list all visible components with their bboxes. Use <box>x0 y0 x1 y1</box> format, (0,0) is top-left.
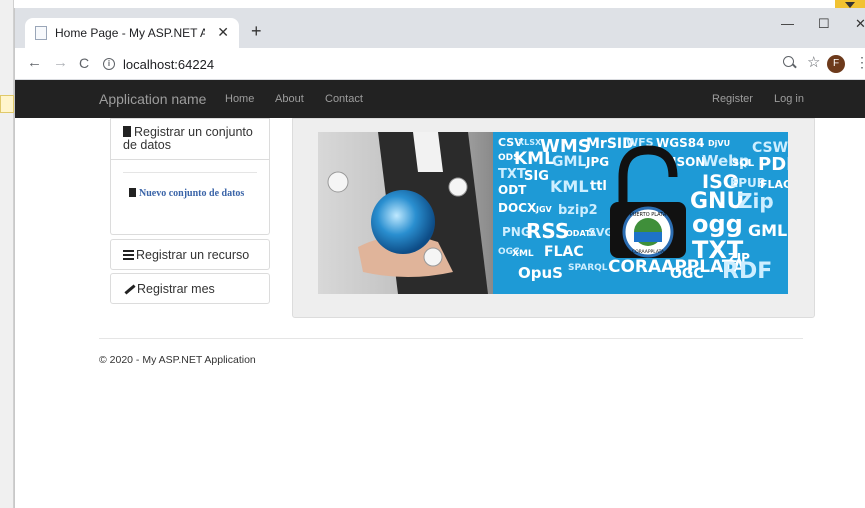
format-word: SVG <box>588 226 613 239</box>
format-word: XML <box>512 249 534 259</box>
format-word: RDF <box>722 259 772 284</box>
bookmark-star-icon[interactable]: ☆ <box>807 53 820 71</box>
site-info-icon[interactable]: i <box>103 58 115 70</box>
tab-strip: Home Page - My ASP.NET Applic ✕ + — ☐ ✕ <box>15 8 865 48</box>
minimize-icon[interactable]: — <box>781 16 794 31</box>
profile-avatar[interactable]: F <box>827 55 845 73</box>
format-word: PDF <box>758 154 788 175</box>
footer-copyright: © 2020 - My ASP.NET Application <box>99 354 256 366</box>
document-icon <box>129 188 136 197</box>
seal-bottom-text: CORAAPPLATA <box>632 249 665 255</box>
nuevo-conjunto-link[interactable]: Nuevo conjunto de datos <box>129 188 254 199</box>
desktop-tooltip-fragment <box>0 95 14 113</box>
brand-link[interactable]: Application name <box>99 91 206 107</box>
browser-window: Home Page - My ASP.NET Applic ✕ + — ☐ ✕ … <box>14 8 865 508</box>
reload-icon[interactable]: C <box>79 55 89 71</box>
address-bar: ← → C i localhost:64224 ☆ F ⋮ <box>15 48 865 80</box>
maximize-icon[interactable]: ☐ <box>818 16 830 32</box>
registrar-mes-label: Registrar mes <box>137 282 215 296</box>
document-icon <box>123 126 131 137</box>
format-word: OpuS <box>518 264 563 282</box>
close-window-icon[interactable]: ✕ <box>855 16 865 32</box>
tab-title: Home Page - My ASP.NET Applic <box>55 26 205 40</box>
format-word: ttl <box>590 179 607 194</box>
registrar-recurso-label: Registrar un recurso <box>136 248 250 262</box>
nav-contact[interactable]: Contact <box>325 93 363 105</box>
browser-tab[interactable]: Home Page - My ASP.NET Applic ✕ <box>25 18 239 48</box>
desktop-edge <box>0 0 14 508</box>
new-tab-icon[interactable]: + <box>251 22 262 40</box>
footer-divider <box>99 338 803 339</box>
panel-divider <box>123 172 257 173</box>
globe-icon <box>371 190 435 254</box>
nav-register[interactable]: Register <box>712 93 753 105</box>
registrar-mes-inner: Registrar mes <box>123 283 215 296</box>
pencil-icon <box>123 284 135 294</box>
nav-home[interactable]: Home <box>225 93 254 105</box>
format-word: GML <box>748 221 787 240</box>
format-word: FLAC <box>544 244 584 260</box>
close-tab-icon[interactable]: ✕ <box>217 24 229 41</box>
format-word: DjVU <box>708 139 730 148</box>
url-text[interactable]: localhost:64224 <box>123 57 214 72</box>
format-word: ogg <box>692 210 743 238</box>
format-word: SQL <box>732 158 755 169</box>
browser-menu-icon[interactable]: ⋮ <box>855 54 865 71</box>
registrar-conjunto-label: Registrar un conjunto de datos <box>123 125 253 152</box>
page-favicon-icon <box>35 26 47 40</box>
nav-about[interactable]: About <box>275 93 304 105</box>
format-word: KML <box>550 177 589 196</box>
format-word: Zip <box>738 189 774 213</box>
registrar-recurso-button[interactable]: Registrar un recurso <box>110 239 270 270</box>
nuevo-conjunto-label[interactable]: Nuevo conjunto de datos <box>139 188 244 199</box>
nav-login[interactable]: Log in <box>774 93 804 105</box>
format-word: ODT <box>498 183 527 197</box>
format-word: OGC <box>670 266 704 282</box>
list-icon <box>123 250 134 260</box>
registrar-mes-button[interactable]: Registrar mes <box>110 273 270 304</box>
format-word: bzip2 <box>558 203 598 218</box>
format-word: XLSX <box>518 138 542 147</box>
format-word: TXT <box>498 167 526 182</box>
format-word: KML <box>514 149 555 169</box>
site-navbar: Application name Home About Contact Regi… <box>15 80 865 118</box>
format-word: WGS84 <box>656 136 704 150</box>
registrar-conjunto-button[interactable]: Registrar un conjunto de datos <box>123 126 267 152</box>
seal-top-text: PUERTO PLATA <box>630 212 667 218</box>
dataset-panel-header[interactable]: Registrar un conjunto de datos <box>110 118 270 160</box>
format-word: SPARQL <box>568 263 608 273</box>
forward-icon[interactable]: → <box>53 54 68 71</box>
format-word: JGV <box>535 205 553 214</box>
open-data-banner-image: CSVXLSXWMSMrSIDWFS WGS84 DjVU CSWODSKMLGML J… <box>318 132 788 294</box>
back-icon[interactable]: ← <box>27 54 42 71</box>
format-word: JPG <box>585 155 609 169</box>
omnibox[interactable]: i localhost:64224 <box>103 53 843 75</box>
format-word: RSS <box>526 219 569 243</box>
registrar-recurso-inner: Registrar un recurso <box>123 249 249 262</box>
zoom-icon[interactable] <box>783 56 794 67</box>
format-word: GML <box>552 154 586 170</box>
format-word: SIG <box>524 169 549 184</box>
format-word: DOCX <box>498 201 537 215</box>
